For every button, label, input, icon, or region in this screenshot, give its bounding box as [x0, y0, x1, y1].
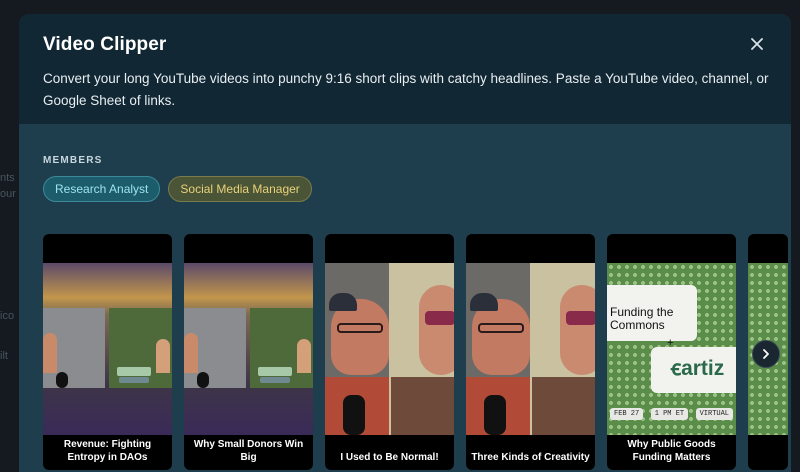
background-fragment: ilt — [0, 350, 8, 362]
modal-description: Convert your long YouTube videos into pu… — [43, 71, 769, 108]
chevron-right-icon — [763, 349, 769, 359]
background-fragment: our — [0, 188, 16, 200]
clip-thumbnail: Funding the Commons + ꞓartiz FEB 27 1 PM… — [607, 263, 736, 435]
clip-thumbnail — [184, 263, 313, 435]
thumb-title-line: Funding the — [610, 305, 674, 319]
clip-card[interactable]: Funding the Commons + ꞓartiz FEB 27 1 PM… — [607, 234, 736, 470]
thumb-tag: VIRTUAL — [695, 408, 733, 420]
clip-caption: Why Small Donors Win Big — [193, 439, 304, 463]
clip-caption: I Used to Be Normal! — [340, 452, 439, 463]
clips-carousel: Revenue: Fighting Entropy in DAOs Why Sm… — [43, 234, 791, 472]
member-chip-research-analyst[interactable]: Research Analyst — [43, 176, 161, 202]
clip-thumbnail — [466, 263, 595, 435]
clip-caption: Three Kinds of Creativity — [471, 452, 590, 463]
background-fragment: nts — [0, 172, 15, 184]
carousel-next-button[interactable] — [752, 340, 780, 368]
members-chips: Research Analyst Social Media Manager — [43, 176, 312, 202]
clip-card[interactable]: Why Small Donors Win Big — [184, 234, 313, 470]
clip-card[interactable]: I Used to Be Normal! — [325, 234, 454, 470]
thumb-logo: ꞓartiz — [671, 357, 725, 380]
close-icon — [751, 38, 763, 50]
background-fragment: ico — [0, 310, 15, 322]
thumb-tag: FEB 27 — [610, 408, 644, 420]
close-button[interactable] — [749, 36, 765, 52]
clip-card[interactable]: Three Kinds of Creativity — [466, 234, 595, 470]
clip-caption: Why Public Goods Funding Matters — [627, 439, 716, 463]
clip-thumbnail — [43, 263, 172, 435]
thumb-title-line: Commons — [610, 318, 665, 332]
clip-thumbnail — [325, 263, 454, 435]
thumb-tag: 1 PM ET — [650, 408, 689, 420]
modal-title: Video Clipper — [43, 34, 167, 55]
members-label: MEMBERS — [43, 155, 103, 166]
clip-card[interactable]: Revenue: Fighting Entropy in DAOs — [43, 234, 172, 470]
modal-header: Video Clipper Convert your long YouTube … — [19, 14, 791, 124]
clip-caption: Revenue: Fighting Entropy in DAOs — [63, 439, 152, 463]
video-clipper-modal: Video Clipper Convert your long YouTube … — [19, 14, 791, 472]
member-chip-social-media-manager[interactable]: Social Media Manager — [168, 176, 312, 202]
